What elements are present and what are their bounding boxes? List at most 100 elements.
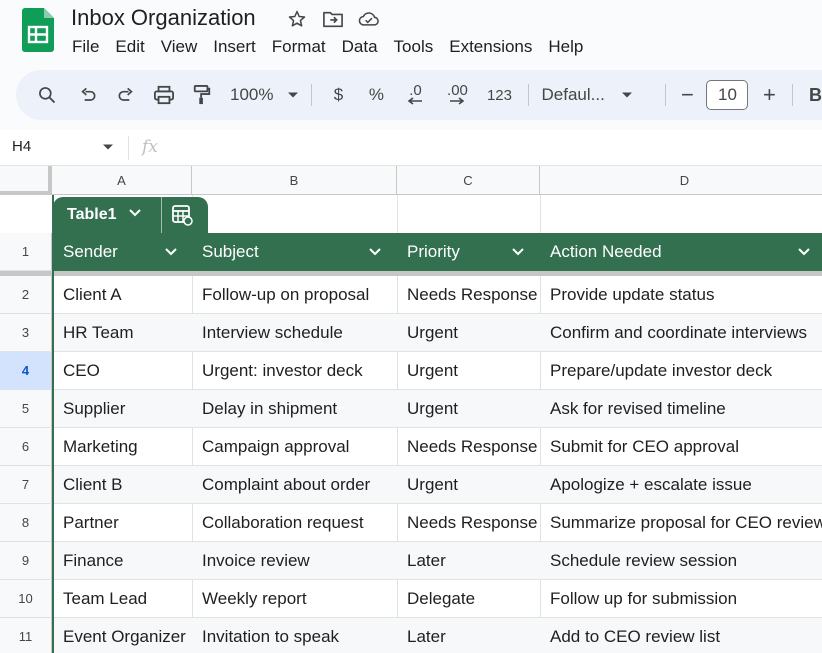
cell-priority[interactable]: Urgent [397,390,540,428]
cell-priority[interactable]: Needs Response [397,428,540,466]
menu-bar: File Edit View Insert Format Data Tools … [64,36,591,58]
decrease-font-size-button[interactable]: − [678,79,696,111]
chevron-down-icon[interactable] [368,245,382,259]
chevron-down-icon[interactable] [102,143,114,151]
star-icon[interactable] [286,8,308,30]
menu-file[interactable]: File [64,36,107,58]
redo-icon[interactable] [110,79,142,111]
row-header[interactable]: 11 [0,618,52,653]
column-header-a[interactable]: A [52,166,192,195]
zoom-select[interactable]: 100% [230,79,299,111]
sheets-logo-icon[interactable] [22,8,54,52]
chevron-down-icon[interactable] [128,208,142,218]
cell-subject[interactable]: Collaboration request [192,504,397,542]
cell-action[interactable]: Apologize + escalate issue [540,466,822,504]
cell-subject[interactable]: Invitation to speak [192,618,397,653]
search-menus-icon[interactable] [34,79,60,111]
percent-format-button[interactable]: % [362,79,390,111]
font-select[interactable]: Defaul... [541,79,653,111]
increase-decimal-button[interactable]: .00 [438,79,476,111]
column-header-c[interactable]: C [397,166,540,195]
cell-action[interactable]: Confirm and coordinate interviews [540,314,822,352]
chevron-down-icon[interactable] [164,245,178,259]
cell-subject[interactable]: Interview schedule [192,314,397,352]
menu-format[interactable]: Format [264,36,334,58]
cell-priority[interactable]: Urgent [397,352,540,390]
header-subject[interactable]: Subject [192,233,397,271]
cell-priority[interactable]: Later [397,618,540,653]
table-name-chip[interactable]: Table1 [53,197,208,233]
increase-font-size-button[interactable]: + [758,79,780,111]
cell-sender[interactable]: HR Team [53,314,192,352]
row-header[interactable]: 2 [0,276,52,314]
currency-format-button[interactable]: $ [324,79,352,111]
cell-sender[interactable]: Finance [53,542,192,580]
menu-extensions[interactable]: Extensions [441,36,540,58]
cell-action[interactable]: Add to CEO review list [540,618,822,653]
row-header[interactable]: 1 [0,233,52,271]
cell-sender[interactable]: Marketing [53,428,192,466]
row-header[interactable]: 9 [0,542,52,580]
font-size-input[interactable]: 10 [706,80,749,110]
cell-sender[interactable]: Client A [53,276,192,314]
cell-sender[interactable]: Supplier [53,390,192,428]
cell-sender[interactable]: Event Organizer [53,618,192,653]
cell-sender[interactable]: Partner [53,504,192,542]
chevron-down-icon[interactable] [511,245,525,259]
more-formats-button[interactable]: 123 [482,79,516,111]
cell-action[interactable]: Follow up for submission [540,580,822,618]
cloud-status-icon[interactable] [358,8,380,30]
row-header[interactable]: 7 [0,466,52,504]
menu-help[interactable]: Help [540,36,591,58]
cell-subject[interactable]: Weekly report [192,580,397,618]
cell-priority[interactable]: Delegate [397,580,540,618]
print-icon[interactable] [148,79,180,111]
cell-subject[interactable]: Delay in shipment [192,390,397,428]
decrease-decimal-button[interactable]: .0 [398,79,432,111]
cell-action[interactable]: Schedule review session [540,542,822,580]
cell-priority[interactable]: Later [397,542,540,580]
cell-action[interactable]: Submit for CEO approval [540,428,822,466]
column-header-d[interactable]: D [540,166,822,195]
header-action-needed[interactable]: Action Needed [540,233,822,271]
cell-action[interactable]: Provide update status [540,276,822,314]
row-header[interactable]: 10 [0,580,52,618]
bold-button[interactable]: B [805,79,822,111]
chevron-down-icon[interactable] [797,245,811,259]
cell-priority[interactable]: Needs Response [397,504,540,542]
cell-priority[interactable]: Urgent [397,314,540,352]
arrow-left-icon [408,97,423,105]
cell-priority[interactable]: Urgent [397,466,540,504]
undo-icon[interactable] [72,79,104,111]
font-value: Defaul... [541,85,605,104]
row-header-selected[interactable]: 4 [0,352,52,390]
name-box[interactable]: H4 [12,138,31,155]
document-title[interactable]: Inbox Organization [71,5,256,31]
row-header[interactable]: 6 [0,428,52,466]
menu-tools[interactable]: Tools [386,36,442,58]
cell-action[interactable]: Summarize proposal for CEO review [540,504,822,542]
select-all-corner[interactable] [0,166,52,195]
cell-priority[interactable]: Needs Response [397,276,540,314]
move-folder-icon[interactable] [322,8,344,30]
cell-sender[interactable]: Team Lead [53,580,192,618]
cell-action[interactable]: Prepare/update investor deck [540,352,822,390]
row-header[interactable]: 8 [0,504,52,542]
cell-subject[interactable]: Invoice review [192,542,397,580]
menu-edit[interactable]: Edit [107,36,152,58]
menu-insert[interactable]: Insert [205,36,264,58]
row-header[interactable]: 3 [0,314,52,352]
column-header-b[interactable]: B [192,166,397,195]
table-settings-icon[interactable] [171,204,193,226]
cell-subject[interactable]: Urgent: investor deck [192,352,397,390]
cell-sender[interactable]: Client B [53,466,192,504]
cell-action[interactable]: Ask for revised timeline [540,390,822,428]
row-header[interactable]: 5 [0,390,52,428]
menu-data[interactable]: Data [334,36,386,58]
menu-view[interactable]: View [153,36,206,58]
paint-format-icon[interactable] [186,79,218,111]
cell-subject[interactable]: Follow-up on proposal [192,276,397,314]
cell-subject[interactable]: Complaint about order [192,466,397,504]
cell-sender[interactable]: CEO [53,352,192,390]
cell-subject[interactable]: Campaign approval [192,428,397,466]
